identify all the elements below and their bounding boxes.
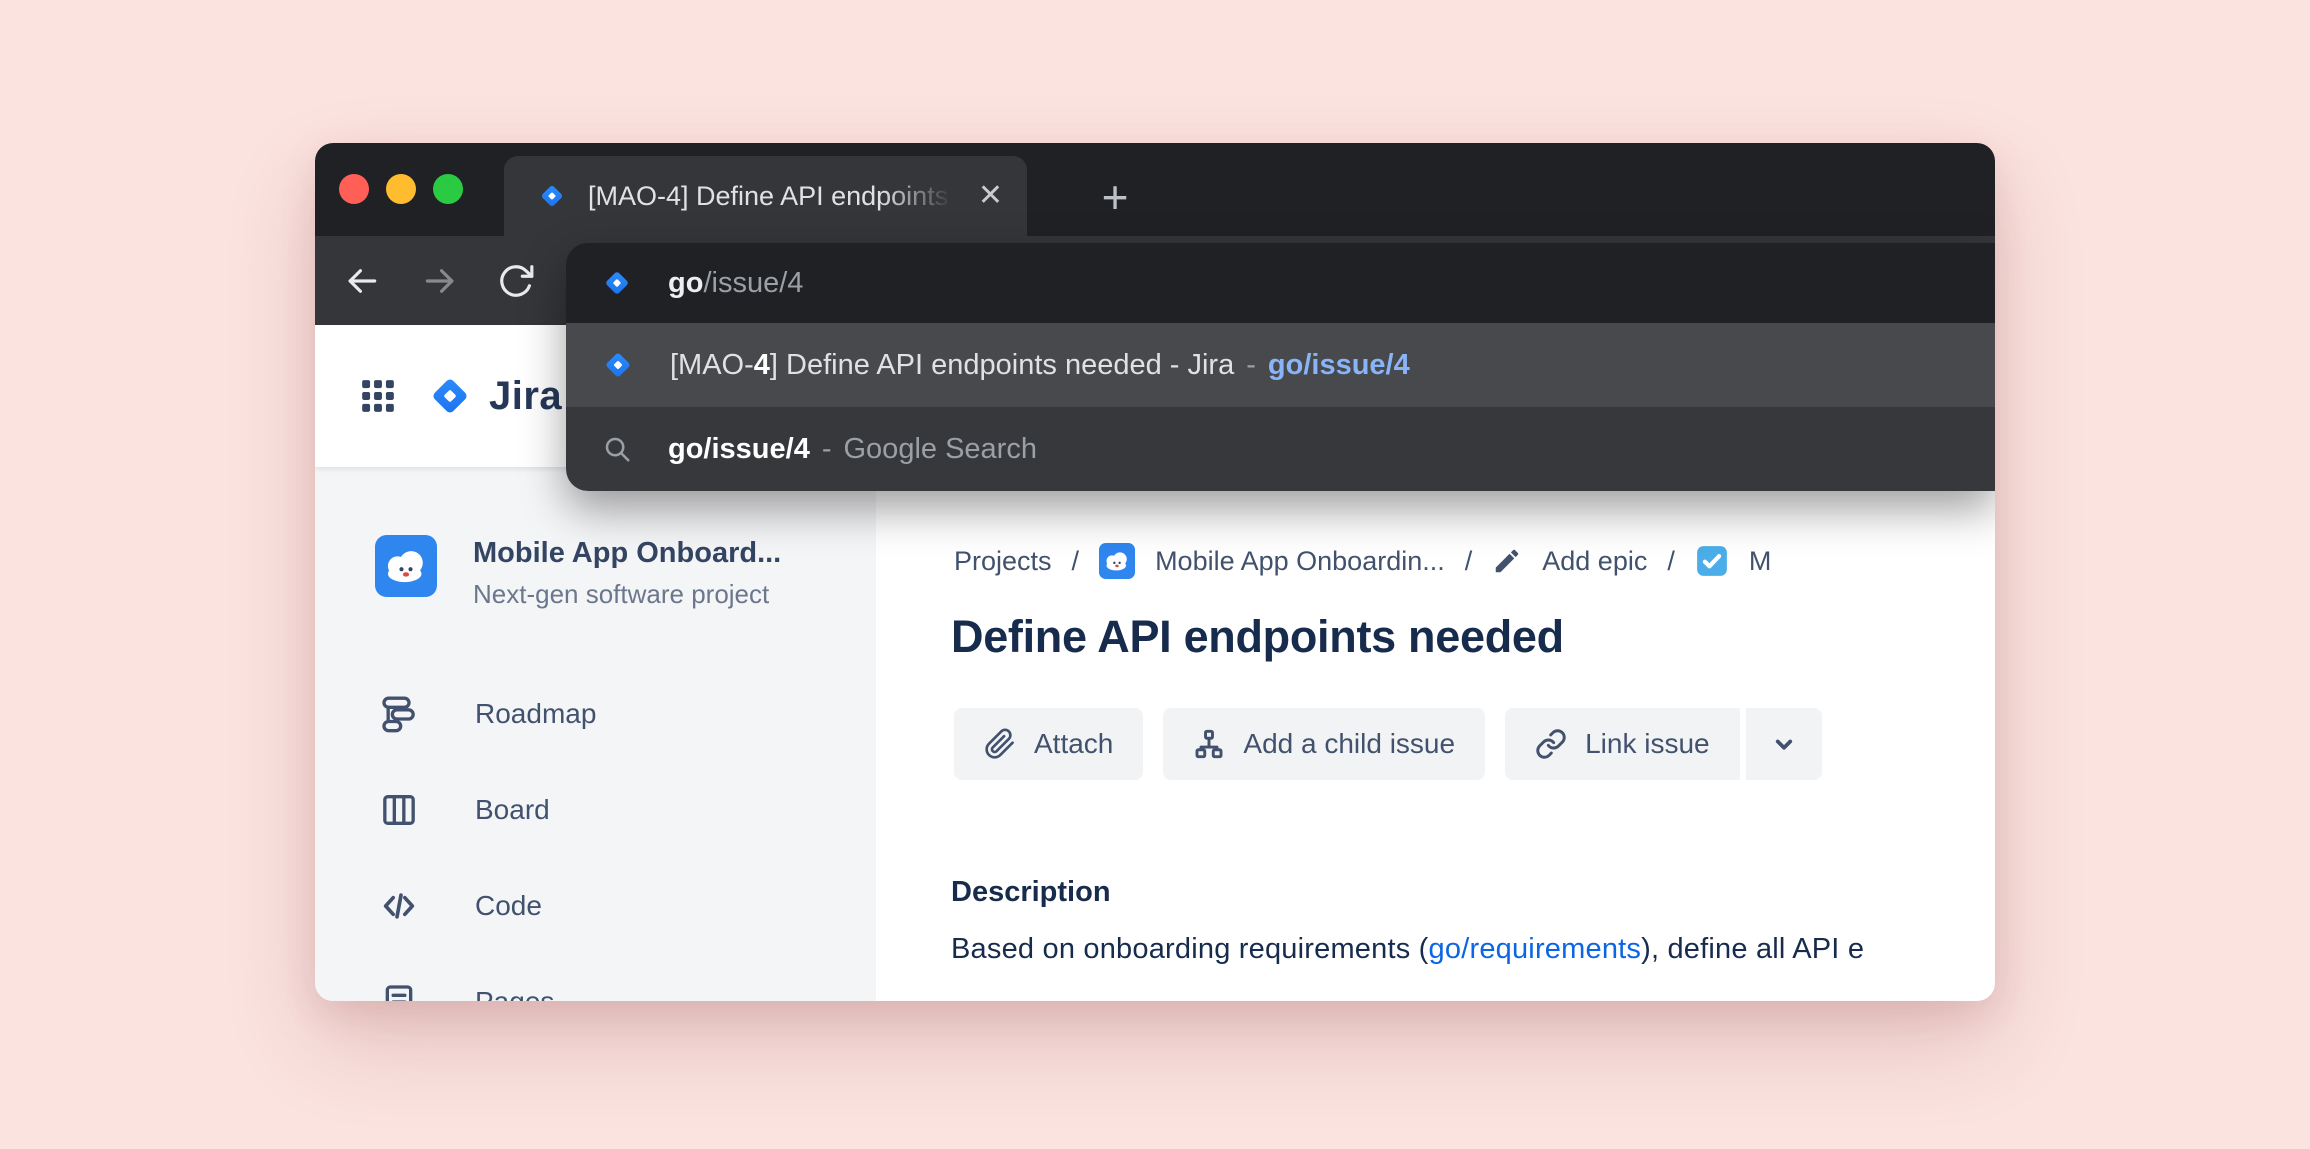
maximize-window-icon[interactable] (433, 174, 463, 204)
add-child-issue-button[interactable]: Add a child issue (1163, 708, 1486, 780)
suggestion-text: go/issue/4- Google Search (668, 433, 1037, 466)
search-query: go/issue/4 (668, 432, 810, 465)
link-issue-button[interactable]: Link issue (1505, 708, 1740, 780)
link-icon (1536, 729, 1566, 759)
attach-label: Attach (1034, 728, 1114, 759)
app-switcher-grid-icon[interactable] (359, 377, 397, 415)
browser-tab[interactable]: [MAO-4] Define API endpoints ✕ (504, 156, 1027, 236)
breadcrumb-issue[interactable]: M (1749, 546, 1772, 577)
breadcrumb-separator: / (1071, 545, 1080, 576)
suggestion-text: [MAO-4] Define API endpoints needed - Ji… (670, 349, 1410, 382)
sidebar-item-label: Roadmap (475, 698, 597, 729)
sidebar-item-label: Pages (475, 986, 554, 1001)
link-issue-button-group: Link issue (1505, 708, 1822, 780)
pages-icon (385, 985, 413, 1001)
issue-title: Define API endpoints needed (951, 611, 1564, 662)
pencil-epic-icon (1496, 549, 1519, 573)
add-child-issue-label: Add a child issue (1243, 728, 1456, 759)
jira-favicon-icon (602, 268, 632, 298)
omnibox-dropdown: go/issue/4 [MAO-4] Define API endpoints … (566, 243, 1995, 491)
breadcrumb: Projects / Mobile App Onboardin... / Add… (954, 539, 1995, 583)
tab-title: [MAO-4] Define API endpoints (588, 180, 949, 211)
breadcrumb-projects[interactable]: Projects (954, 546, 1052, 577)
task-check-icon (1696, 546, 1727, 576)
close-window-icon[interactable] (339, 174, 369, 204)
desktop-background: { "colors": { "page_background": "#fbe3e… (0, 0, 2310, 1149)
browser-window: [MAO-4] Define API endpoints ✕ + go/issu… (315, 143, 1995, 1001)
tab-close-icon[interactable]: ✕ (978, 181, 1003, 211)
sidebar-item-code[interactable]: Code (379, 883, 542, 929)
project-name: Mobile App Onboard... (473, 537, 782, 569)
more-actions-button[interactable] (1745, 708, 1822, 780)
attach-button[interactable]: Attach (954, 708, 1144, 780)
jira-wordmark[interactable]: Jira (489, 374, 562, 419)
breadcrumb-project[interactable]: Mobile App Onboardin... (1155, 546, 1445, 577)
jira-logo-icon[interactable] (427, 373, 473, 419)
project-subtitle: Next-gen software project (473, 579, 770, 609)
browser-tabstrip: [MAO-4] Define API endpoints ✕ + (315, 143, 1995, 236)
project-header[interactable]: Mobile App Onboard... Next-gen software … (375, 535, 781, 610)
code-icon (383, 893, 415, 919)
breadcrumb-separator: / (1464, 545, 1473, 576)
sidebar-item-pages[interactable]: Pages (379, 979, 554, 1001)
suggestion-title-post: ] Define API endpoints needed - Jira (769, 348, 1235, 381)
paperclip-icon (985, 728, 1014, 759)
chevron-down-icon (1775, 739, 1792, 750)
suggestion-dash: - (1246, 348, 1256, 381)
url-typed-text: go (668, 266, 704, 299)
search-icon (605, 437, 630, 462)
sidebar-item-label: Code (475, 890, 542, 921)
suggestion-google-search[interactable]: go/issue/4- Google Search (566, 407, 1995, 491)
breadcrumb-epic[interactable]: Add epic (1542, 546, 1647, 577)
project-avatar-cloud-icon (1099, 543, 1135, 579)
back-icon[interactable] (343, 262, 381, 300)
jira-favicon-icon (602, 349, 634, 381)
link-issue-label: Link issue (1585, 728, 1710, 759)
issue-action-buttons: Attach Add a child issue Link issue (954, 708, 1822, 780)
description-pre: Based on onboarding requirements ( (951, 933, 1429, 965)
description-text: Based on onboarding requirements (go/req… (951, 933, 1995, 966)
child-issue-hierarchy-icon (1195, 729, 1223, 759)
sidebar-item-label: Board (475, 794, 550, 825)
search-engine-label: Google Search (843, 432, 1037, 465)
breadcrumb-separator: / (1667, 545, 1675, 576)
description-post: ), define all API e (1641, 933, 1865, 965)
new-tab-button[interactable]: + (1087, 169, 1143, 225)
suggestion-title-match: 4 (753, 348, 770, 381)
sidebar-item-roadmap[interactable]: Roadmap (379, 691, 596, 737)
suggestion-dash: - (821, 432, 832, 465)
jira-favicon-icon (538, 182, 566, 210)
suggestion-title-pre: [MAO- (670, 348, 754, 381)
window-controls (339, 174, 463, 204)
sidebar-item-board[interactable]: Board (379, 787, 550, 833)
project-avatar-cloud-icon (375, 535, 437, 597)
forward-icon[interactable] (421, 262, 459, 300)
url-completion-text: /issue/4 (703, 266, 804, 299)
requirements-link[interactable]: go/requirements (1429, 933, 1642, 965)
suggestion-url: go/issue/4 (1267, 348, 1410, 381)
url-input[interactable]: go/issue/4 (566, 243, 1995, 323)
project-sidebar: Mobile App Onboard... Next-gen software … (315, 467, 876, 1001)
url-text: go/issue/4 (668, 267, 803, 300)
board-icon (383, 795, 415, 825)
roadmap-icon (382, 696, 415, 733)
minimize-window-icon[interactable] (386, 174, 416, 204)
description-heading: Description (951, 876, 1111, 908)
suggestion-jira-issue[interactable]: [MAO-4] Define API endpoints needed - Ji… (566, 323, 1995, 407)
reload-icon[interactable] (497, 262, 535, 300)
